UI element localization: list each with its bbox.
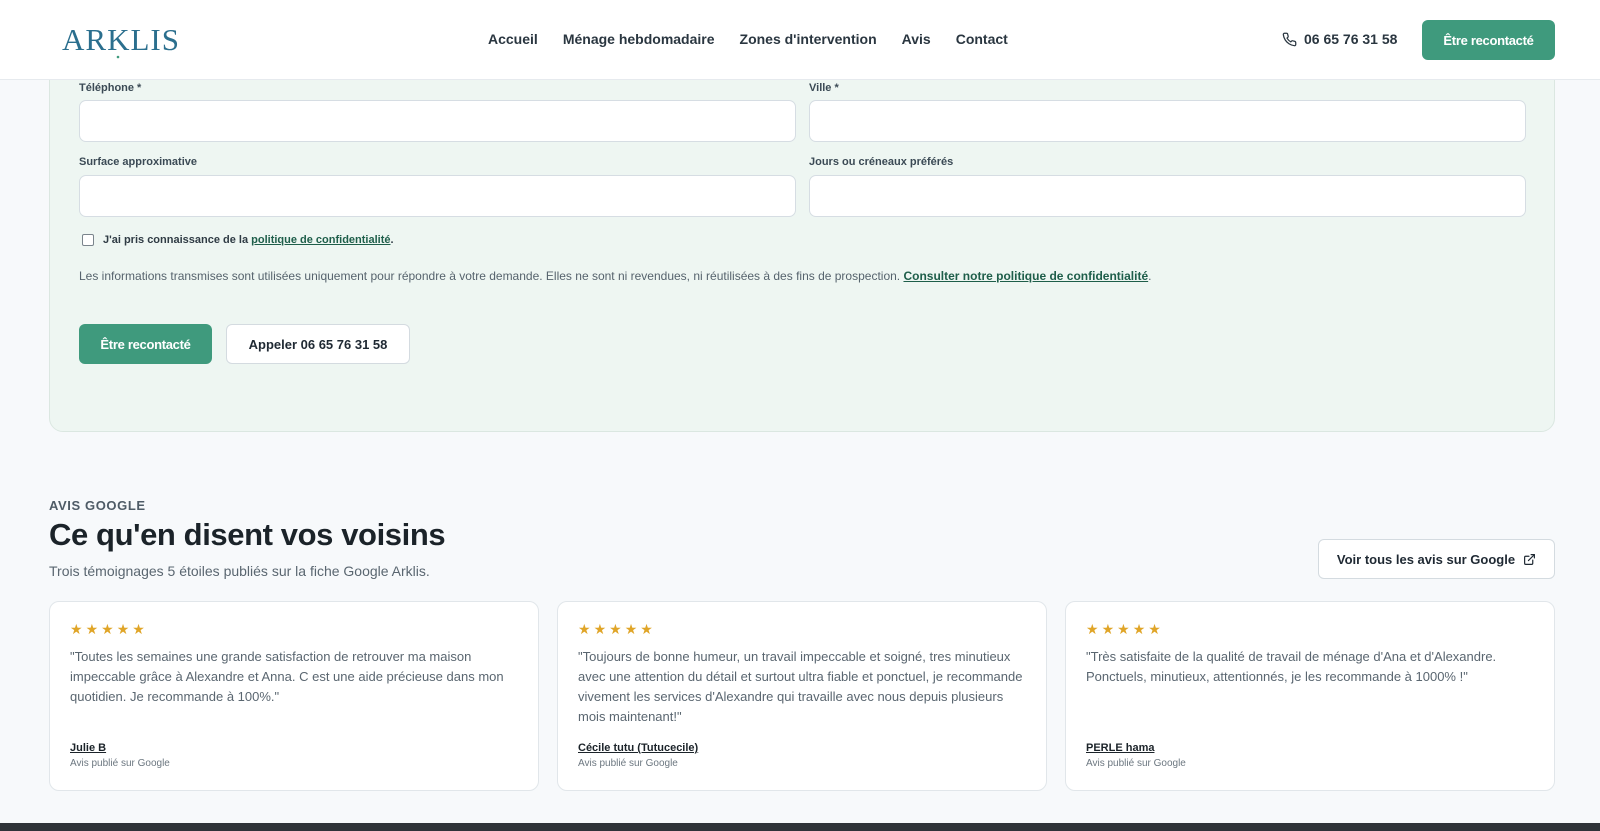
star-icon: ★ xyxy=(1132,621,1146,637)
all-google-reviews-label: Voir tous les avis sur Google xyxy=(1336,551,1516,567)
review-text: "Toujours de bonne humeur, un travail im… xyxy=(578,649,1023,724)
review-author[interactable]: Cécile tutu (Tutucecile) xyxy=(578,742,698,754)
star-icon: ★ xyxy=(1148,621,1161,637)
all-google-reviews-button[interactable]: Voir tous les avis sur Google xyxy=(1318,539,1555,579)
rating-stars: ★ ★ ★ ★ ★ xyxy=(578,622,653,636)
privacy-note-text: Les informations transmises sont utilisé… xyxy=(79,269,904,283)
consent-text: J'ai pris connaissance de la politique d… xyxy=(103,234,394,246)
phone-icon xyxy=(1282,32,1297,46)
review-card: ★ ★ ★ ★ ★ "Très satisfaite de la qualité… xyxy=(1065,601,1555,791)
star-icon: ★ xyxy=(1101,621,1115,637)
star-icon: ★ xyxy=(1117,621,1130,637)
consent-privacy-link[interactable]: politique de confidentialité xyxy=(251,234,390,246)
star-icon: ★ xyxy=(1086,621,1099,637)
star-icon: ★ xyxy=(116,621,130,637)
star-icon: ★ xyxy=(609,621,622,637)
reviews-title: Ce qu'en disent vos voisins xyxy=(49,517,446,552)
rating-stars: ★ ★ ★ ★ ★ xyxy=(70,622,145,636)
phone-input[interactable] xyxy=(79,100,796,142)
consent-row: J'ai pris connaissance de la politique d… xyxy=(82,234,394,246)
consent-suffix: . xyxy=(390,234,394,246)
site-header: ARKLIS Accueil Ménage hebdomadaire Zones… xyxy=(0,0,1600,80)
review-source: Avis publié sur Google xyxy=(1086,758,1186,769)
review-author[interactable]: PERLE hama xyxy=(1086,742,1154,754)
surface-label: Surface approximative xyxy=(79,156,197,168)
city-label: Ville * xyxy=(809,82,839,94)
nav-link-avis[interactable]: Avis xyxy=(902,31,931,47)
star-icon: ★ xyxy=(624,621,638,637)
review-card: ★ ★ ★ ★ ★ "Toujours de bonne humeur, un … xyxy=(557,601,1047,791)
privacy-policy-link[interactable]: Consulter notre politique de confidentia… xyxy=(903,269,1148,283)
consent-checkbox[interactable] xyxy=(82,234,94,246)
star-icon: ★ xyxy=(640,621,653,637)
city-input[interactable] xyxy=(809,100,1526,142)
star-icon: ★ xyxy=(593,621,607,637)
review-card: ★ ★ ★ ★ ★ "Toutes les semaines une grand… xyxy=(49,601,539,791)
external-link-icon xyxy=(1524,553,1536,565)
preferred-slots-label: Jours ou créneaux préférés xyxy=(809,156,954,168)
call-button[interactable]: Appeler 06 65 76 31 58 xyxy=(226,324,410,364)
svg-text:ARKLIS: ARKLIS xyxy=(62,22,180,57)
surface-input[interactable] xyxy=(79,175,796,217)
privacy-note: Les informations transmises sont utilisé… xyxy=(79,269,1152,283)
preferred-slots-input[interactable] xyxy=(809,175,1526,217)
star-icon: ★ xyxy=(70,621,83,637)
nav-link-accueil[interactable]: Accueil xyxy=(488,31,538,47)
nav-link-zones[interactable]: Zones d'intervention xyxy=(740,31,877,47)
footer-edge xyxy=(0,823,1600,831)
review-text: "Toutes les semaines une grande satisfac… xyxy=(70,649,504,704)
nav-link-menage-hebdomadaire[interactable]: Ménage hebdomadaire xyxy=(563,31,715,47)
header-phone-link[interactable]: 06 65 76 31 58 xyxy=(1282,31,1397,47)
header-phone-number: 06 65 76 31 58 xyxy=(1304,31,1398,47)
star-icon: ★ xyxy=(101,621,114,637)
phone-label: Téléphone * xyxy=(79,82,142,94)
reviews-subtitle: Trois témoignages 5 étoiles publiés sur … xyxy=(49,563,430,579)
review-author[interactable]: Julie B xyxy=(70,742,106,754)
submit-button[interactable]: Être recontacté xyxy=(79,324,212,364)
arklis-logo[interactable]: ARKLIS xyxy=(62,20,182,60)
review-source: Avis publié sur Google xyxy=(578,758,678,769)
star-icon: ★ xyxy=(578,621,591,637)
star-icon: ★ xyxy=(132,621,145,637)
privacy-note-suffix: . xyxy=(1148,269,1152,283)
rating-stars: ★ ★ ★ ★ ★ xyxy=(1086,622,1161,636)
review-text: "Très satisfaite de la qualité de travai… xyxy=(1086,649,1497,684)
consent-prefix: J'ai pris connaissance de la xyxy=(103,234,252,246)
main-nav: Accueil Ménage hebdomadaire Zones d'inte… xyxy=(488,31,1008,47)
header-cta-button[interactable]: Être recontacté xyxy=(1422,20,1555,60)
reviews-eyebrow: AVIS GOOGLE xyxy=(49,498,146,513)
star-icon: ★ xyxy=(85,621,99,637)
nav-link-contact[interactable]: Contact xyxy=(956,31,1008,47)
review-source: Avis publié sur Google xyxy=(70,758,170,769)
